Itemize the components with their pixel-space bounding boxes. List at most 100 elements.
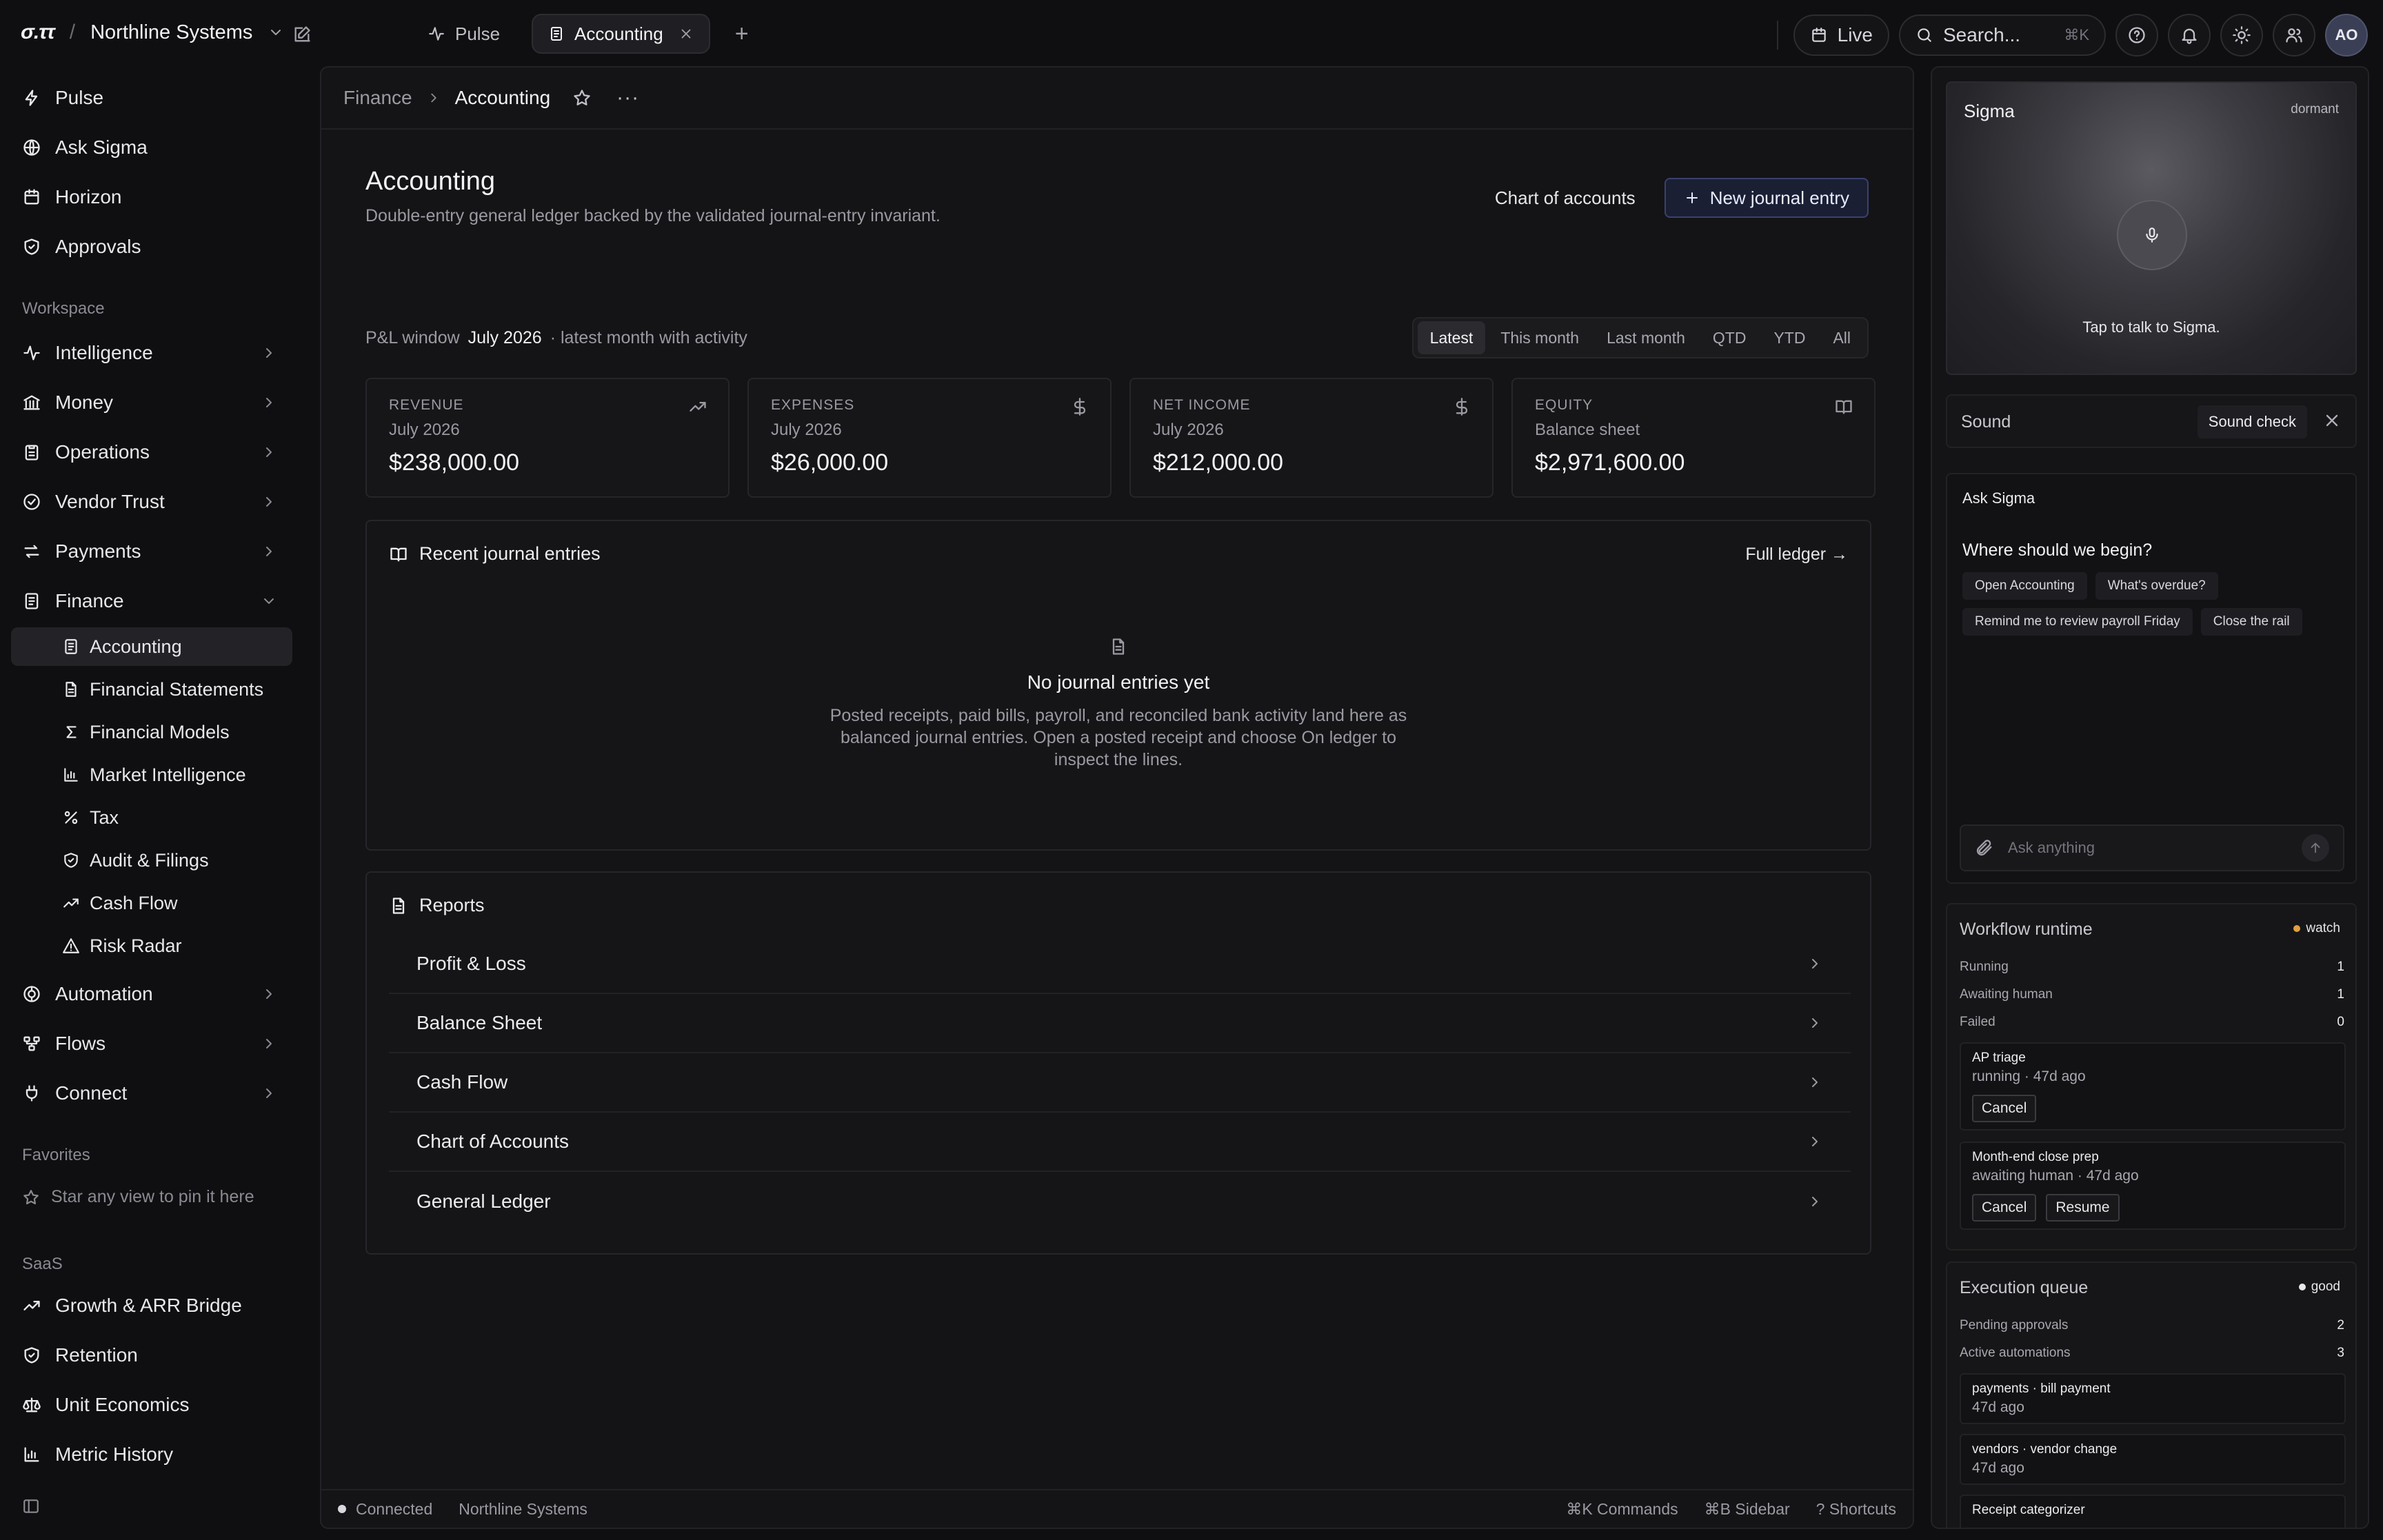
ledger-icon xyxy=(65,639,77,654)
search-input[interactable]: Search... ⌘K xyxy=(1899,14,2106,56)
document-icon xyxy=(66,682,77,697)
commands-shortcut[interactable]: ⌘K Commands xyxy=(1566,1500,1678,1519)
team-button[interactable] xyxy=(2273,14,2315,57)
more-options-icon[interactable]: ··· xyxy=(616,86,639,110)
sidebar-item-operations[interactable]: Operations xyxy=(11,432,292,473)
sidebar-item-pulse[interactable]: Pulse xyxy=(11,77,292,119)
sidebar-item-label: Finance xyxy=(55,590,124,611)
suggestion-chip[interactable]: Remind me to review payroll Friday xyxy=(1962,608,2193,636)
ask-sigma-panel: Ask Sigma Where should we begin? Open Ac… xyxy=(1946,473,2357,884)
chevron-right-icon xyxy=(266,989,272,999)
chart-of-accounts-button[interactable]: Chart of accounts xyxy=(1495,188,1636,209)
sidebar-item-label: Money xyxy=(55,392,114,413)
cancel-button[interactable]: Cancel xyxy=(1972,1194,2037,1222)
sidebar-item-cash-flow[interactable]: Cash Flow xyxy=(11,884,292,922)
live-label: Live xyxy=(1837,24,1873,45)
sidebar-item-approvals[interactable]: Approvals xyxy=(11,226,292,267)
cancel-button[interactable]: Cancel xyxy=(1972,1095,2037,1122)
report-row-profit-loss[interactable]: Profit & Loss xyxy=(389,935,1851,994)
sidebar-item-finance[interactable]: Finance xyxy=(11,580,292,622)
full-ledger-link[interactable]: Full ledger → xyxy=(1745,545,1848,565)
suggestion-chip[interactable]: Close the rail xyxy=(2200,608,2302,636)
add-tab-button[interactable]: + xyxy=(727,21,757,48)
report-row-chart-of-accounts[interactable]: Chart of Accounts xyxy=(389,1113,1851,1172)
live-button[interactable]: Live xyxy=(1793,14,1889,56)
sidebar-item-connect[interactable]: Connect xyxy=(11,1073,292,1114)
report-row-balance-sheet[interactable]: Balance Sheet xyxy=(389,994,1851,1053)
tab-accounting[interactable]: Accounting xyxy=(532,14,710,54)
section-label-workspace: Workspace xyxy=(22,299,105,318)
chevron-right-icon xyxy=(1812,1077,1818,1087)
breadcrumb-parent[interactable]: Finance xyxy=(343,87,412,109)
period-latest[interactable]: Latest xyxy=(1417,321,1486,354)
search-icon xyxy=(1918,28,1931,42)
avatar[interactable]: AO xyxy=(2325,14,2368,57)
sidebar-shortcut[interactable]: ⌘B Sidebar xyxy=(1705,1500,1790,1519)
resume-button[interactable]: Resume xyxy=(2046,1194,2120,1222)
close-icon[interactable] xyxy=(678,26,694,41)
plus-icon xyxy=(1686,192,1698,203)
microphone-button[interactable] xyxy=(2117,200,2187,270)
sidebar-item-metric-history[interactable]: Metric History xyxy=(11,1434,292,1475)
period-qtd[interactable]: QTD xyxy=(1700,321,1759,354)
period-all[interactable]: All xyxy=(1820,321,1863,354)
sidebar-collapse-icon[interactable] xyxy=(22,1497,40,1515)
theme-toggle-button[interactable] xyxy=(2220,14,2263,57)
paperclip-icon[interactable] xyxy=(1975,838,1994,858)
sidebar-item-retention[interactable]: Retention xyxy=(11,1335,292,1376)
send-button[interactable] xyxy=(2302,834,2329,862)
reports-card-header: Reports xyxy=(389,895,485,916)
activity-icon xyxy=(23,345,40,361)
kpi-label: EQUITY xyxy=(1535,397,1593,413)
sidebar-item-unit-economics[interactable]: Unit Economics xyxy=(11,1384,292,1426)
sidebar-item-ask-sigma[interactable]: Ask Sigma xyxy=(11,127,292,168)
period-this-month[interactable]: This month xyxy=(1488,321,1591,354)
close-icon[interactable] xyxy=(2322,411,2342,430)
status-badge: watch xyxy=(2293,921,2340,936)
sidebar-item-intelligence[interactable]: Intelligence xyxy=(11,332,292,374)
sidebar-item-payments[interactable]: Payments xyxy=(11,531,292,572)
queue-item-status: 47d ago xyxy=(1972,1399,2024,1415)
shortcuts-help[interactable]: ? Shortcuts xyxy=(1816,1500,1896,1519)
suggestion-chip[interactable]: What's overdue? xyxy=(2095,572,2218,600)
star-icon[interactable] xyxy=(572,88,592,108)
sidebar-item-tax[interactable]: Tax xyxy=(11,798,292,837)
notifications-button[interactable] xyxy=(2168,14,2211,57)
assistant-rail: Sigma dormant Tap to talk to Sigma. Soun… xyxy=(1931,66,2369,1529)
sidebar-item-financial-models[interactable]: Financial Models xyxy=(11,713,292,751)
sidebar-item-money[interactable]: Money xyxy=(11,382,292,423)
sigma-voice-panel[interactable]: Sigma dormant Tap to talk to Sigma. xyxy=(1946,81,2357,375)
sidebar-item-audit-filings[interactable]: Audit & Filings xyxy=(11,841,292,880)
new-journal-entry-button[interactable]: New journal entry xyxy=(1664,178,1869,218)
sidebar-item-horizon[interactable]: Horizon xyxy=(11,176,292,218)
sidebar-item-financial-statements[interactable]: Financial Statements xyxy=(11,670,292,709)
sidebar-item-vendor-trust[interactable]: Vendor Trust xyxy=(11,481,292,523)
tab-pulse[interactable]: Pulse xyxy=(412,14,515,54)
sidebar-item-automation[interactable]: Automation xyxy=(11,973,292,1015)
stat-row: Running 1 xyxy=(1960,960,2344,975)
sidebar-item-growth-arr[interactable]: Growth & ARR Bridge xyxy=(11,1285,292,1326)
ask-sigma-input[interactable]: Ask anything xyxy=(1960,824,2344,871)
queue-item[interactable]: vendors · vendor change 47d ago xyxy=(1960,1434,2346,1485)
help-button[interactable] xyxy=(2115,14,2158,57)
period-ytd[interactable]: YTD xyxy=(1761,321,1818,354)
sidebar-item-accounting[interactable]: Accounting xyxy=(11,627,292,666)
suggestion-chips: Open Accounting What's overdue? Remind m… xyxy=(1962,572,2349,636)
sigma-status: dormant xyxy=(2291,102,2339,116)
report-row-cash-flow[interactable]: Cash Flow xyxy=(389,1053,1851,1113)
compose-icon[interactable] xyxy=(292,25,312,44)
kpi-period: July 2026 xyxy=(389,421,460,439)
sound-check-button[interactable]: Sound check xyxy=(2197,405,2307,438)
report-row-general-ledger[interactable]: General Ledger xyxy=(389,1172,1851,1231)
org-switcher[interactable]: σ.ττ / Northline Systems xyxy=(21,21,284,44)
clipboard-icon xyxy=(25,445,39,460)
suggestion-chip[interactable]: Open Accounting xyxy=(1962,572,2087,600)
sidebar-item-market-intelligence[interactable]: Market Intelligence xyxy=(11,756,292,794)
queue-item[interactable]: payments · bill payment 47d ago xyxy=(1960,1373,2346,1424)
queue-item[interactable]: Receipt categorizer xyxy=(1960,1495,2346,1528)
sidebar-item-risk-radar[interactable]: Risk Radar xyxy=(11,926,292,965)
period-last-month[interactable]: Last month xyxy=(1594,321,1698,354)
sigma-title: Sigma xyxy=(1964,101,2015,121)
sidebar-item-flows[interactable]: Flows xyxy=(11,1023,292,1064)
favorites-empty-hint: Star any view to pin it here xyxy=(22,1187,254,1207)
